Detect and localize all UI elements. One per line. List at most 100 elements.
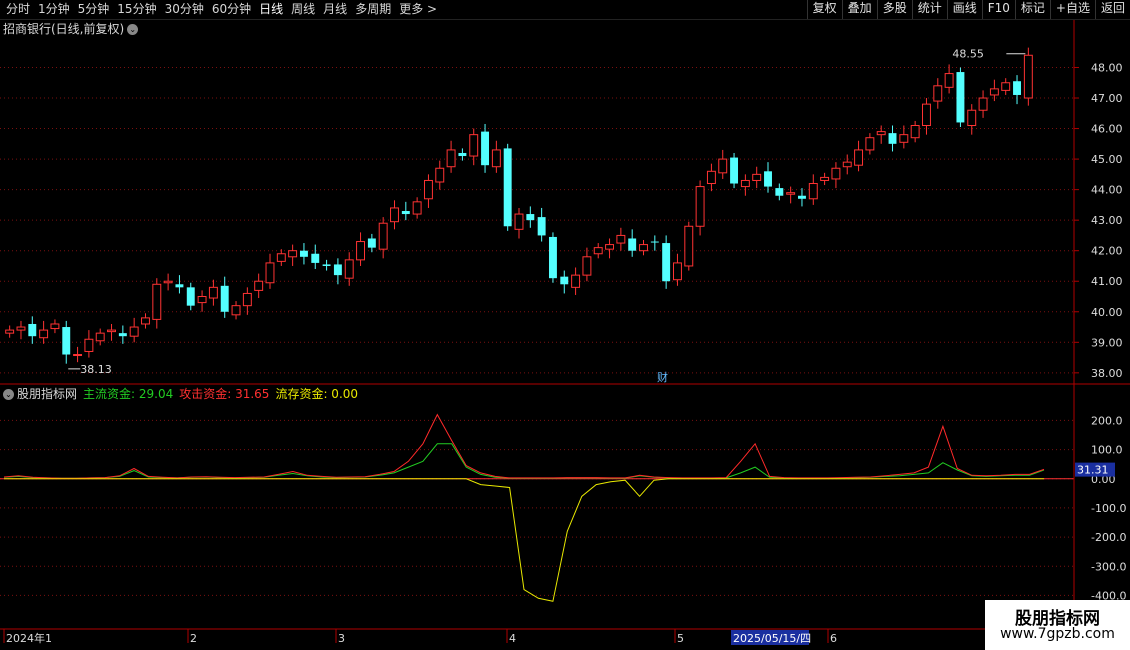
candle-body-down: [888, 133, 897, 144]
candle-body-down: [458, 152, 467, 157]
period-tab[interactable]: 30分钟: [161, 0, 208, 19]
period-tab[interactable]: 分时: [2, 0, 34, 19]
period-tab[interactable]: 周线: [287, 0, 319, 19]
candle-body-up: [571, 274, 581, 288]
period-tab[interactable]: 日线: [255, 0, 287, 19]
candle-body-up: [152, 283, 162, 320]
candle-body-up: [922, 103, 931, 126]
high-price-label: 48.55: [952, 48, 984, 61]
chevron-down-icon[interactable]: ⌄: [127, 24, 139, 35]
candle-body-up: [95, 332, 105, 342]
price-tick-label: 48.00: [1091, 61, 1123, 74]
candle-body-up: [752, 173, 762, 181]
candle-body-down: [730, 157, 739, 184]
candle-body-down: [299, 250, 308, 257]
candle-body-down: [367, 238, 376, 248]
price-tick-label: 46.00: [1091, 123, 1123, 136]
candlestick-chart: 48.00 47.00 46.00 45.00 44.00 43.00 42.00 41.00…: [0, 20, 1130, 645]
candle-body-up: [412, 201, 422, 215]
candle-body-up: [933, 85, 943, 102]
toolbar-button[interactable]: +自选: [1049, 0, 1095, 19]
candle-body-up: [344, 259, 354, 279]
price-tick-label: 38.00: [1091, 367, 1123, 380]
candle-body-down: [186, 287, 195, 306]
candle-body-up: [163, 280, 173, 284]
main-fund-label: 主流资金: 29.04: [83, 387, 174, 401]
candle-body-down: [481, 131, 490, 166]
candle-body-up: [593, 247, 603, 255]
period-tab[interactable]: 月线: [319, 0, 351, 19]
stock-title-text: 招商银行(日线,前复权): [3, 22, 125, 36]
period-tab[interactable]: 60分钟: [208, 0, 255, 19]
period-tab[interactable]: 15分钟: [113, 0, 160, 19]
period-tab[interactable]: 多周期: [351, 0, 395, 19]
period-tab[interactable]: 更多 >: [395, 0, 441, 19]
attack-fund-label: 攻击资金: 31.65: [179, 387, 270, 401]
mark-button[interactable]: 标记: [1014, 0, 1050, 19]
candle-body-up: [514, 213, 524, 230]
candle-body-up: [831, 167, 841, 180]
candle-body-up: [107, 329, 116, 333]
toolbar-button[interactable]: 复权: [806, 0, 842, 19]
chevron-down-icon[interactable]: ⌄: [3, 389, 14, 400]
watermark: 股朋指标网 www.7gpzb.com: [985, 600, 1130, 650]
candle-body-up: [865, 137, 875, 151]
indicator-tick-label: 100.0: [1091, 444, 1123, 457]
candle-body-up: [967, 109, 977, 126]
candle-body-up: [254, 280, 264, 291]
candle-body-down: [175, 284, 184, 288]
indicator-tick-label: 200.0: [1091, 414, 1123, 427]
candle-body-up: [706, 170, 716, 185]
current-value-box: [1075, 462, 1115, 477]
candle-body-down: [628, 238, 637, 251]
candle-body-down: [503, 148, 512, 227]
toolbar-buttons: 复权 叠加 多股 统计 画线 F10 标记 +自选 返回: [806, 0, 1130, 19]
toolbar-button[interactable]: 返回: [1094, 0, 1130, 19]
candle-body-up: [1001, 82, 1011, 91]
candle-body-down: [798, 195, 806, 199]
time-label: 3: [338, 632, 345, 645]
candle-body-down: [333, 264, 342, 276]
candle-body-down: [662, 243, 671, 282]
candle-body-up: [231, 305, 241, 316]
price-tick-label: 45.00: [1091, 153, 1123, 166]
indicator-tick-label: 0.00: [1091, 473, 1116, 486]
toolbar-button[interactable]: 画线: [946, 0, 982, 19]
period-tab[interactable]: 1分钟: [34, 0, 74, 19]
candle-body-down: [1013, 81, 1021, 95]
price-tick-label: 42.00: [1091, 245, 1123, 258]
toolbar-button[interactable]: 统计: [911, 0, 947, 19]
candle-body-down: [311, 253, 320, 263]
candle-body-up: [390, 207, 399, 223]
time-label: 2024年1: [6, 631, 52, 645]
candle-body-down: [118, 333, 127, 337]
candle-body-down: [764, 171, 772, 187]
price-tick-label: 47.00: [1091, 92, 1123, 105]
candle-body-up: [141, 317, 150, 325]
period-tabs: 分时 1分钟 5分钟 15分钟 30分钟 60分钟 日线 周线 月线 多周期 更多 >: [2, 0, 441, 19]
candle-body-up: [378, 222, 388, 250]
indicator-series-line: [3, 443, 1045, 479]
candle-body-up: [276, 253, 286, 262]
candle-body-up: [786, 192, 796, 195]
candle-body-up: [469, 134, 479, 157]
low-price-label: 38.13: [80, 363, 112, 376]
price-tick-label: 39.00: [1091, 336, 1123, 349]
toolbar-button[interactable]: 叠加: [841, 0, 877, 19]
indicator-name: 股朋指标网: [17, 387, 78, 401]
current-value-label: 31.31: [1077, 464, 1109, 477]
price-tick-label: 44.00: [1091, 184, 1123, 197]
stock-title[interactable]: 招商银行(日线,前复权) ⌄: [3, 21, 139, 37]
candle-body-up: [944, 73, 954, 88]
toolbar-button[interactable]: 多股: [876, 0, 912, 19]
candle-body-down: [401, 211, 410, 215]
candle-body-up: [356, 241, 366, 261]
candle-body-up: [491, 149, 501, 168]
period-tab[interactable]: 5分钟: [74, 0, 114, 19]
watermark-url: www.7gpzb.com: [1000, 626, 1115, 642]
toolbar-button[interactable]: F10: [981, 0, 1015, 19]
candle-body-up: [208, 286, 218, 299]
candle-body-up: [899, 134, 909, 143]
candle-body-up: [910, 125, 920, 139]
cursor-date-box: [731, 630, 809, 645]
